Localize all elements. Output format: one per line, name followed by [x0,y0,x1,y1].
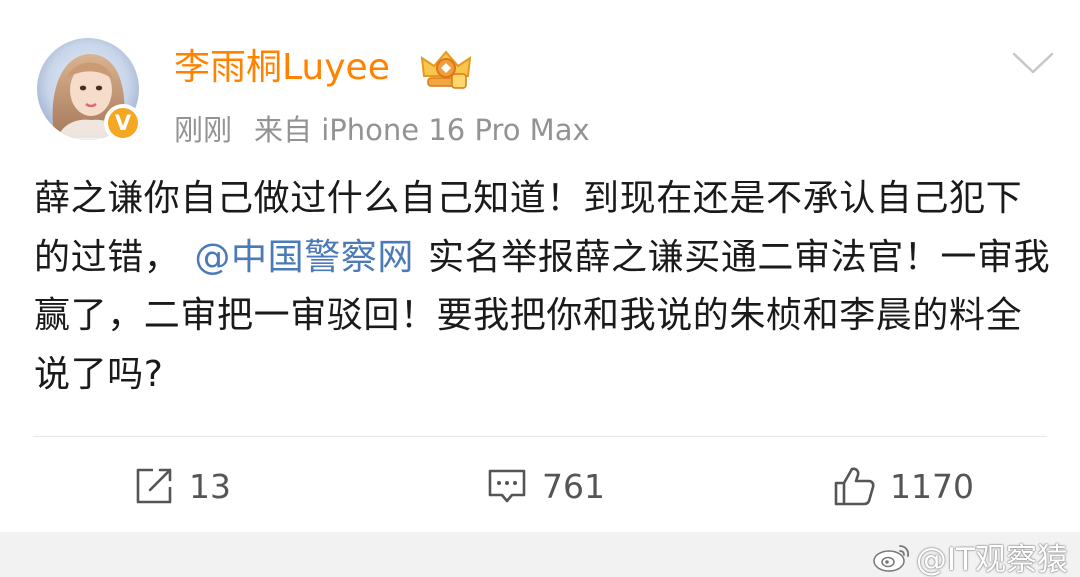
post-time: 刚刚 [174,113,233,147]
weibo-logo-icon [873,544,909,572]
comment-count: 761 [542,466,605,506]
verified-v-icon: V [108,108,138,138]
like-button[interactable]: 1170 [832,462,974,510]
divider [33,436,1047,437]
comment-icon [488,469,526,503]
chevron-down-icon[interactable] [1010,48,1056,78]
mention-link[interactable]: @中国警察网 [180,237,428,278]
thumbs-up-icon [834,467,875,506]
author-name[interactable]: 李雨桐Luyee [174,44,390,92]
watermark: @IT观察猿 [872,534,1068,577]
like-count: 1170 [890,466,974,506]
weibo-post-card: V 李雨桐Luyee 刚刚 来自 iPhone 16 Pro Max 薛之谦你自己… [0,0,1080,577]
repost-button[interactable]: 13 [133,462,231,510]
verified-badge: V [104,104,142,142]
crown-badge-icon [420,50,472,89]
post-source: 来自 iPhone 16 Pro Max [254,113,590,147]
post-body: 薛之谦你自己做过什么自己知道！到现在还是不承认自己犯下的过错， @中国警察网 实名举… [34,170,1054,404]
comment-button[interactable]: 761 [486,462,605,510]
repost-icon [136,468,172,504]
repost-count: 13 [189,466,231,506]
watermark-text: @IT观察猿 [915,542,1068,577]
post-meta: 刚刚 来自 iPhone 16 Pro Max [174,110,590,150]
